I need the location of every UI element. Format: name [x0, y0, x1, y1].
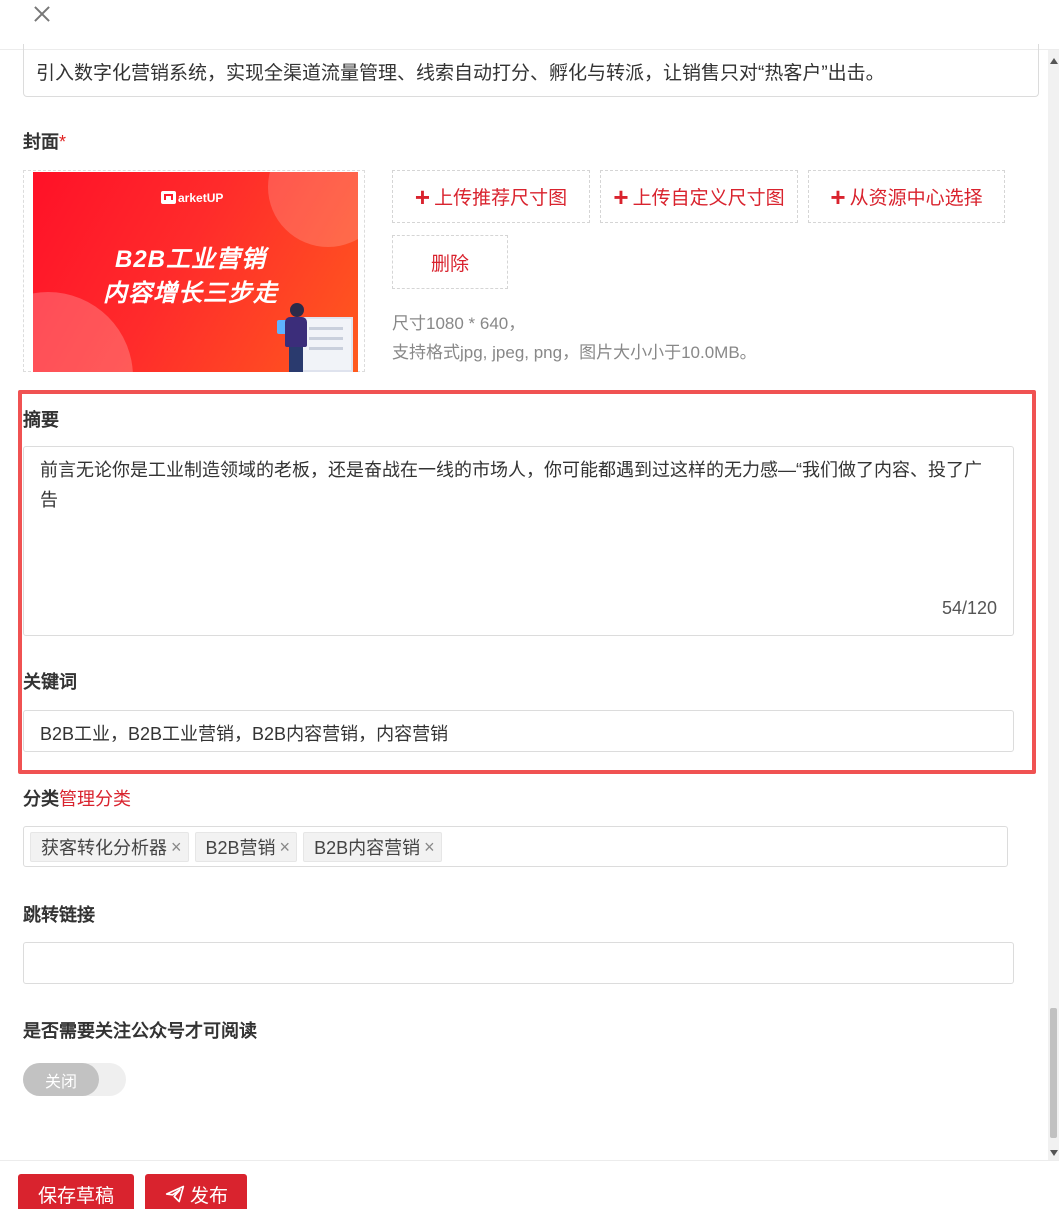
keywords-label: 关键词 [23, 672, 77, 692]
cover-preview[interactable]: arketUP B2B工业营销 内容增长三步走 [23, 170, 365, 372]
category-tag: B2B内容营销 × [303, 832, 442, 862]
cover-label: 封面* [23, 132, 67, 152]
follow-required-toggle[interactable]: 关闭 [23, 1063, 126, 1096]
select-from-resources-button[interactable]: + 从资源中心选择 [808, 170, 1005, 223]
category-select[interactable]: 获客转化分析器 × B2B营销 × B2B内容营销 × [23, 826, 1008, 867]
scroll-down-icon[interactable] [1050, 1150, 1058, 1156]
redirect-link-label: 跳转链接 [23, 905, 95, 925]
redirect-link-input[interactable] [23, 942, 1014, 984]
category-label: 分类管理分类 [23, 789, 131, 809]
summary-char-counter: 54/120 [941, 598, 997, 618]
publish-button[interactable]: 发布 [145, 1174, 247, 1209]
close-icon[interactable] [30, 2, 54, 26]
cover-title-line2: 内容增长三步走 [103, 280, 278, 307]
remove-tag-icon[interactable]: × [424, 837, 435, 858]
plus-icon: + [613, 181, 629, 212]
send-icon [165, 1185, 185, 1203]
description-textarea[interactable]: 引入数字化营销系统，实现全渠道流量管理、线索自动打分、孵化与转派，让销售只对“热… [23, 44, 1039, 97]
category-tag: B2B营销 × [194, 832, 298, 862]
cover-size-hint: 尺寸1080 * 640， [392, 314, 526, 333]
summary-textarea[interactable]: 前言无论你是工业制造领域的老板，还是奋战在一线的市场人，你可能都遇到过这样的无力… [23, 446, 1014, 636]
remove-tag-icon[interactable]: × [280, 837, 291, 858]
person-head-illustration [290, 303, 304, 317]
remove-tag-icon[interactable]: × [171, 837, 182, 858]
save-draft-button[interactable]: 保存草稿 [18, 1174, 134, 1209]
scroll-thumb[interactable] [1050, 1008, 1057, 1138]
delete-cover-button[interactable]: 删除 [392, 235, 508, 289]
manage-category-link[interactable]: 管理分类 [59, 789, 131, 809]
plus-icon: + [830, 181, 846, 212]
cover-brand-logo: arketUP [161, 191, 223, 205]
cover-title-line1: B2B工业营销 [114, 246, 266, 273]
keywords-input[interactable]: B2B工业，B2B工业营销，B2B内容营销，内容营销 [23, 710, 1014, 752]
summary-label: 摘要 [23, 410, 59, 430]
dialog-header [0, 0, 1059, 50]
toggle-knob: 关闭 [23, 1063, 99, 1096]
person-legs-illustration [289, 347, 303, 372]
category-tag: 获客转化分析器 × [30, 832, 189, 862]
footer-bar: 保存草稿 发布 [0, 1160, 1059, 1209]
required-mark: * [59, 132, 67, 152]
follow-required-label: 是否需要关注公众号才可阅读 [23, 1021, 257, 1041]
upload-custom-button[interactable]: + 上传自定义尺寸图 [600, 170, 798, 223]
brand-m-icon [161, 191, 176, 204]
cover-image: arketUP B2B工业营销 内容增长三步走 [33, 172, 358, 372]
vertical-scrollbar[interactable] [1048, 50, 1059, 1160]
upload-recommended-button[interactable]: + 上传推荐尺寸图 [392, 170, 590, 223]
scroll-up-icon[interactable] [1050, 58, 1058, 64]
summary-text: 前言无论你是工业制造领域的老板，还是奋战在一线的市场人，你可能都遇到过这样的无力… [40, 460, 982, 510]
whiteboard-illustration [301, 317, 353, 372]
plus-icon: + [414, 181, 431, 212]
cover-format-hint: 支持格式jpg, jpeg, png，图片大小小于10.0MB。 [392, 343, 757, 362]
person-body-illustration [285, 317, 307, 347]
